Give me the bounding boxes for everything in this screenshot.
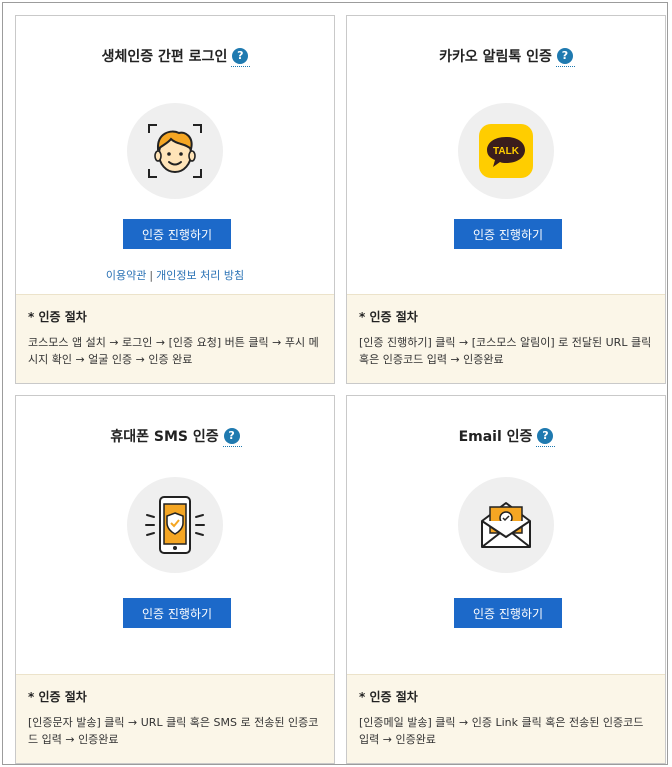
email-envelope-icon xyxy=(458,477,554,573)
procedure-box: * 인증 절차 [인증메일 발송] 클릭 → 인증 Link 클릭 혹은 전송된… xyxy=(347,674,665,763)
procedure-title: * 인증 절차 xyxy=(28,310,87,324)
verify-button[interactable]: 인증 진행하기 xyxy=(123,598,231,628)
card-title: 카카오 알림톡 인증? xyxy=(347,46,665,67)
procedure-description: [인증 진행하기] 클릭 → [코스모스 알림이] 로 전달된 URL 클릭 혹… xyxy=(359,336,652,366)
sms-verification-card: 휴대폰 SMS 인증? 인증 진행하기 * 인증 절차 [인증문자 발송] 클릭… xyxy=(15,395,335,764)
link-separator: | xyxy=(149,269,154,282)
face-id-icon xyxy=(127,103,223,199)
svg-text:TALK: TALK xyxy=(493,146,520,157)
card-title-text: 휴대폰 SMS 인증 xyxy=(110,429,219,445)
policy-links: 이용약관 | 개인정보 처리 방침 xyxy=(16,267,334,283)
procedure-box: * 인증 절차 [인증문자 발송] 클릭 → URL 클릭 혹은 SMS 로 전… xyxy=(16,674,334,763)
card-title: 휴대폰 SMS 인증? xyxy=(16,426,334,447)
procedure-description: [인증메일 발송] 클릭 → 인증 Link 클릭 혹은 전송된 인증코드 입력… xyxy=(359,716,644,746)
card-title: Email 인증? xyxy=(347,426,665,447)
procedure-title: * 인증 절차 xyxy=(359,310,418,324)
help-icon[interactable]: ? xyxy=(555,48,575,67)
card-title-text: Email 인증 xyxy=(458,429,533,445)
terms-link[interactable]: 이용약관 xyxy=(106,269,146,282)
card-title: 생체인증 간편 로그인? xyxy=(16,46,334,67)
help-icon[interactable]: ? xyxy=(536,428,556,447)
procedure-description: 코스모스 앱 설치 → 로그인 → [인증 요청] 버튼 클릭 → 푸시 메시지… xyxy=(28,336,319,366)
help-icon[interactable]: ? xyxy=(222,428,242,447)
verify-button[interactable]: 인증 진행하기 xyxy=(123,219,231,249)
procedure-box: * 인증 절차 코스모스 앱 설치 → 로그인 → [인증 요청] 버튼 클릭 … xyxy=(16,294,334,383)
smartphone-shield-icon xyxy=(127,477,223,573)
verify-button[interactable]: 인증 진행하기 xyxy=(454,598,562,628)
kakao-alimtalk-card: 카카오 알림톡 인증? TALK 인증 진행하기 * 인증 절차 [인증 진행하… xyxy=(346,15,666,384)
kakaotalk-icon: TALK xyxy=(458,103,554,199)
procedure-title: * 인증 절차 xyxy=(28,690,87,704)
help-icon[interactable]: ? xyxy=(231,48,251,67)
biometric-login-card: 생체인증 간편 로그인? 인증 진행하기 이용약관 | 개인정보 처리 방침 * 인… xyxy=(15,15,335,384)
procedure-box: * 인증 절차 [인증 진행하기] 클릭 → [코스모스 알림이] 로 전달된 … xyxy=(347,294,665,383)
email-verification-card: Email 인증? 인증 진행하기 * 인증 절차 [인증메일 발송] 클릭 →… xyxy=(346,395,666,764)
procedure-title: * 인증 절차 xyxy=(359,690,418,704)
verify-button[interactable]: 인증 진행하기 xyxy=(454,219,562,249)
card-title-text: 생체인증 간편 로그인 xyxy=(101,49,228,65)
card-title-text: 카카오 알림톡 인증 xyxy=(439,49,552,65)
procedure-description: [인증문자 발송] 클릭 → URL 클릭 혹은 SMS 로 전송된 인증코드 … xyxy=(28,716,319,746)
privacy-policy-link[interactable]: 개인정보 처리 방침 xyxy=(156,269,244,282)
